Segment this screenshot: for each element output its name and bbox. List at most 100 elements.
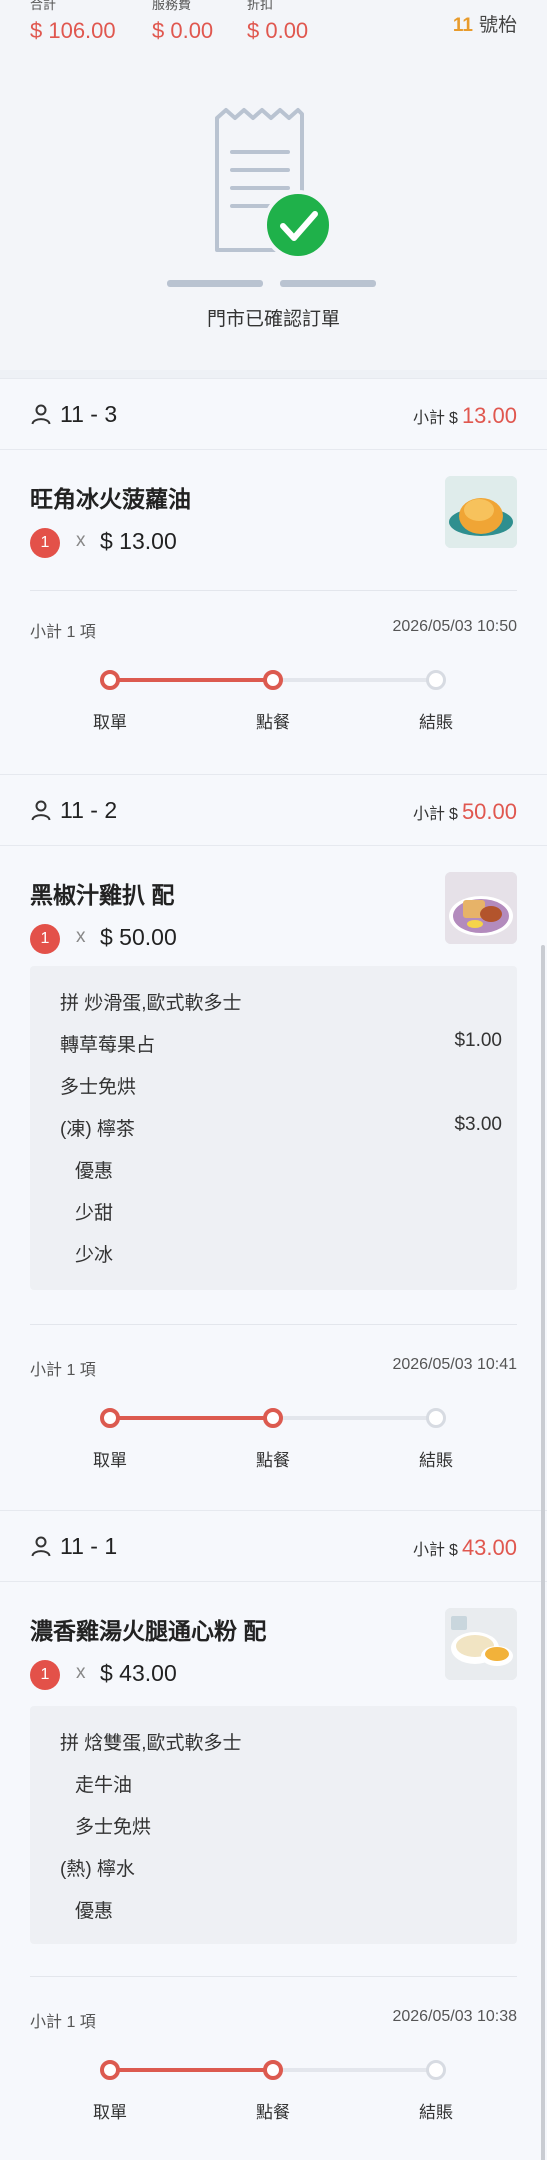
order-timestamp: 2026/05/03 10:38 <box>392 2008 517 2025</box>
subtotal-amount: 43.00 <box>461 1535 517 1560</box>
step-label-pickup: 取單 <box>93 1451 127 1470</box>
item-options: 拼 焓雙蛋,歐式軟多士 走牛油 多士免烘 (熱) 檸水 優惠 <box>30 1706 517 1944</box>
step-label-order: 點餐 <box>256 713 290 732</box>
discount-label: 折扣 <box>247 0 274 12</box>
table-number-value: 11 <box>452 15 473 36</box>
currency-symbol: $ <box>449 1542 458 1559</box>
option-price: $3.00 <box>454 1114 502 1135</box>
item-count: 小計 1 項 <box>30 1362 96 1379</box>
step-label-checkout: 結賬 <box>419 1451 453 1470</box>
person-icon <box>31 1536 51 1557</box>
step-label-pickup: 取單 <box>93 713 127 732</box>
service-fee-value: $ 0.00 <box>152 18 214 43</box>
quantity-badge: 1 <box>30 924 60 954</box>
order-card: 11 - 2 小計 $50.00 黑椒汁雞扒 配 1 x $ 50.00 拼 炒滑… <box>0 774 547 1510</box>
step-dot-checkout <box>426 670 446 690</box>
order-progress: 取單 點餐 結賬 <box>0 1402 547 1482</box>
step-dot-order <box>263 670 283 690</box>
order-item: 旺角冰火菠蘿油 1 x $ 13.00 <box>0 450 547 590</box>
table-number: 11 號枱 <box>453 10 517 37</box>
step-dot-order <box>263 1408 283 1428</box>
quantity-badge: 1 <box>30 528 60 558</box>
option-text: 拼 焓雙蛋,歐式軟多士 <box>60 1733 242 1754</box>
step-dot-pickup <box>100 1408 120 1428</box>
subtotal-amount: 13.00 <box>461 403 517 428</box>
order-meta: 小計 1 項 2026/05/03 10:38 <box>30 2008 517 2032</box>
order-meta: 小計 1 項 2026/05/03 10:50 <box>30 618 517 642</box>
option-text: (熱) 檸水 <box>60 1859 135 1880</box>
item-name: 濃香雞湯火腿通心粉 配 <box>30 1618 267 1644</box>
option-row: 優惠 <box>75 1156 502 1183</box>
multiply-sign: x <box>76 1662 86 1683</box>
order-card: 11 - 1 小計 $43.00 濃香雞湯火腿通心粉 配 1 x $ 43.00 … <box>0 1510 547 2160</box>
subtotal-label: 小計 <box>413 410 446 427</box>
step-dot-pickup <box>100 2060 120 2080</box>
option-row: (熱) 檸水 <box>60 1854 502 1881</box>
currency-symbol: $ <box>449 410 458 427</box>
person-icon <box>31 800 51 821</box>
order-subtotal: 小計 $50.00 <box>413 799 517 825</box>
person-icon <box>31 404 51 425</box>
discount-value: $ 0.00 <box>247 18 309 43</box>
item-name: 旺角冰火菠蘿油 <box>30 486 191 512</box>
option-row: 優惠 <box>75 1896 502 1923</box>
divider <box>30 1324 517 1325</box>
option-text: 優惠 <box>75 1901 114 1922</box>
item-price: $ 13.00 <box>100 528 177 554</box>
divider <box>0 370 547 378</box>
order-id: 11 - 2 <box>60 797 118 823</box>
step-label-order: 點餐 <box>256 2103 290 2122</box>
order-meta: 小計 1 項 2026/05/03 10:41 <box>30 1356 517 1380</box>
order-header: 11 - 1 小計 $43.00 <box>0 1510 547 1582</box>
option-text: 轉草莓果占 <box>60 1035 156 1056</box>
order-item: 黑椒汁雞扒 配 1 x $ 50.00 <box>0 846 547 986</box>
option-row: 多士免烘 <box>60 1072 502 1099</box>
currency-symbol: $ <box>449 806 458 823</box>
item-photo <box>445 476 517 548</box>
item-price: $ 50.00 <box>100 924 177 950</box>
item-price: $ 43.00 <box>100 1660 177 1686</box>
step-dot-order <box>263 2060 283 2080</box>
step-label-order: 點餐 <box>256 1451 290 1470</box>
order-status-page: 合計 $ 106.00 服務費 $ 0.00 折扣 $ 0.00 11 號枱 門… <box>0 0 547 2160</box>
order-id: 11 - 3 <box>60 401 118 427</box>
item-photo <box>445 872 517 944</box>
step-label-checkout: 結賬 <box>419 713 453 732</box>
order-card: 11 - 3 小計 $13.00 旺角冰火菠蘿油 1 x $ 13.00 小計 1… <box>0 378 547 774</box>
progress-fill <box>110 1416 273 1420</box>
scrollbar[interactable] <box>541 945 545 2160</box>
order-confirmed-text: 門市已確認訂單 <box>206 309 340 330</box>
option-row: 拼 炒滑蛋,歐式軟多士 <box>60 988 502 1015</box>
option-row: 少甜 <box>75 1198 502 1225</box>
option-text: 多士免烘 <box>75 1817 152 1838</box>
step-dot-pickup <box>100 670 120 690</box>
option-text: 拼 炒滑蛋,歐式軟多士 <box>60 993 242 1014</box>
order-subtotal: 小計 $43.00 <box>413 1535 517 1561</box>
order-progress: 取單 點餐 結賬 <box>0 2054 547 2134</box>
step-label-checkout: 結賬 <box>419 2103 453 2122</box>
option-text: 少甜 <box>75 1203 114 1224</box>
confirmation-banner: 門市已確認訂單 <box>0 60 547 378</box>
option-row: 多士免烘 <box>75 1812 502 1839</box>
order-progress: 取單 點餐 結賬 <box>0 664 547 744</box>
step-label-pickup: 取單 <box>93 2103 127 2122</box>
option-text: 少冰 <box>75 1245 114 1266</box>
item-count: 小計 1 項 <box>30 624 96 641</box>
table-number-suffix: 號枱 <box>478 15 517 36</box>
subtotal-label: 小計 <box>413 1542 446 1559</box>
option-text: 走牛油 <box>75 1775 133 1796</box>
option-row: 拼 焓雙蛋,歐式軟多士 <box>60 1728 502 1755</box>
divider <box>30 590 517 591</box>
step-dot-checkout <box>426 1408 446 1428</box>
progress-fill <box>110 678 273 682</box>
total-label: 合計 <box>30 0 57 12</box>
item-count: 小計 1 項 <box>30 2014 96 2031</box>
item-options: 拼 炒滑蛋,歐式軟多士 轉草莓果占 $1.00 多士免烘 (凍) 檸茶 $3.00 … <box>30 966 517 1290</box>
multiply-sign: x <box>76 530 86 551</box>
order-header: 11 - 3 小計 $13.00 <box>0 378 547 450</box>
order-subtotal: 小計 $13.00 <box>413 403 517 429</box>
order-timestamp: 2026/05/03 10:50 <box>392 618 517 635</box>
option-price: $1.00 <box>454 1030 502 1051</box>
option-row: (凍) 檸茶 $3.00 <box>60 1114 502 1141</box>
service-fee-label: 服務費 <box>152 0 192 12</box>
